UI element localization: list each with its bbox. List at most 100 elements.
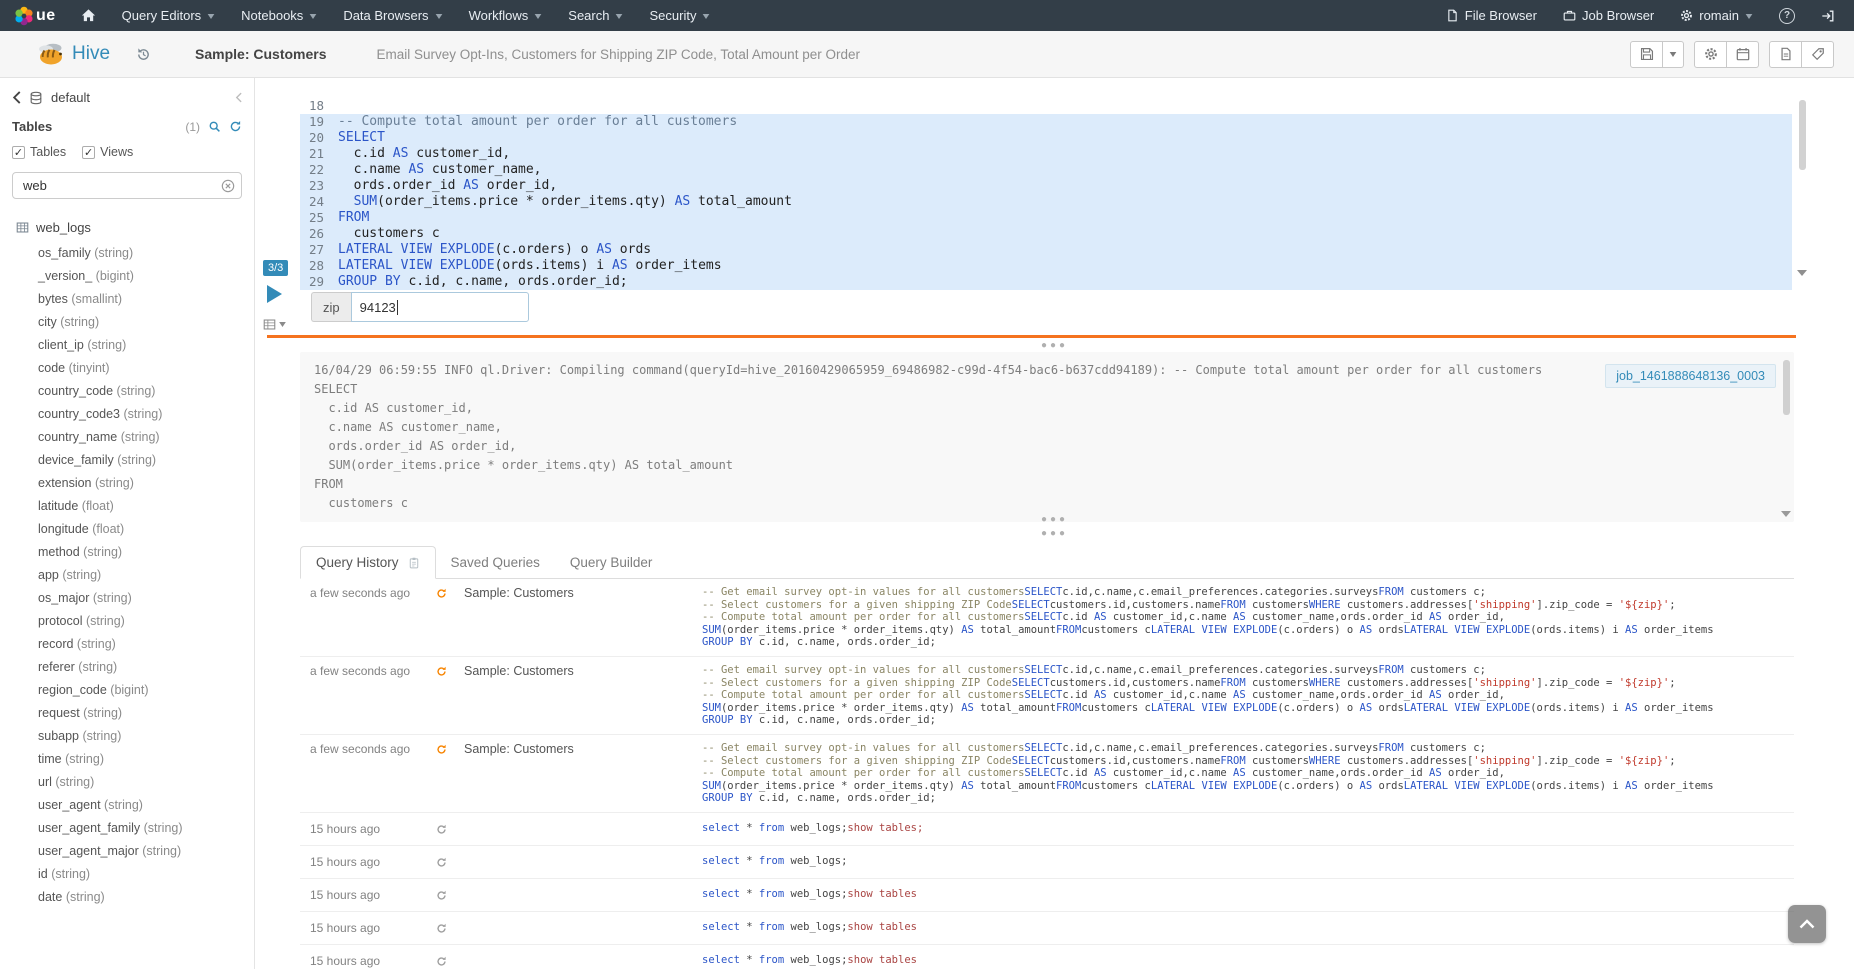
menu-security[interactable]: Security — [636, 0, 723, 31]
column-item[interactable]: extension (string) — [0, 472, 254, 495]
table-filter-input[interactable]: web — [12, 172, 242, 199]
column-item[interactable]: user_agent_major (string) — [0, 840, 254, 863]
query-history-icon[interactable] — [136, 47, 151, 62]
column-item[interactable]: referer (string) — [0, 656, 254, 679]
editor-line[interactable]: 22 c.name AS customer_name, — [300, 162, 1792, 178]
column-item[interactable]: time (string) — [0, 748, 254, 771]
history-row[interactable]: 15 hours agoselect * from web_logs;show … — [300, 945, 1794, 969]
help-button[interactable]: ? — [1766, 0, 1808, 31]
column-item[interactable]: os_major (string) — [0, 587, 254, 610]
column-item[interactable]: date (string) — [0, 886, 254, 909]
resize-handle[interactable]: ●●● — [255, 530, 1854, 538]
history-row[interactable]: a few seconds agoSample: Customers-- Get… — [300, 657, 1794, 735]
search-icon[interactable] — [208, 120, 221, 133]
editor-line[interactable]: 29GROUP BY c.id, c.name, ords.order_id; — [300, 274, 1792, 290]
scroll-to-top-button[interactable] — [1788, 905, 1826, 943]
column-item[interactable]: country_code3 (string) — [0, 403, 254, 426]
tab-query-history[interactable]: Query History — [300, 546, 436, 579]
column-item[interactable]: code (tinyint) — [0, 357, 254, 380]
editor-scrollbar-thumb[interactable] — [1799, 100, 1806, 170]
back-arrow-icon[interactable] — [12, 91, 21, 104]
column-item[interactable]: _version_ (bigint) — [0, 265, 254, 288]
database-name[interactable]: default — [51, 90, 227, 105]
home-button[interactable] — [68, 0, 109, 31]
column-item[interactable]: country_code (string) — [0, 380, 254, 403]
menu-data-browsers[interactable]: Data Browsers — [330, 0, 455, 31]
log-scrollbar-thumb[interactable] — [1783, 360, 1790, 415]
file-browser-link[interactable]: File Browser — [1433, 0, 1550, 31]
hive-logo-icon — [36, 41, 66, 67]
editor-line[interactable]: 23 ords.order_id AS order_id, — [300, 178, 1792, 194]
column-item[interactable]: longitude (float) — [0, 518, 254, 541]
history-row[interactable]: a few seconds agoSample: Customers-- Get… — [300, 735, 1794, 813]
job-link[interactable]: job_1461888648136_0003 — [1605, 364, 1776, 388]
editor-line[interactable]: 19-- Compute total amount per order for … — [300, 114, 1792, 130]
user-menu[interactable]: romain — [1667, 0, 1766, 31]
refresh-icon[interactable] — [229, 120, 242, 133]
views-checkbox[interactable]: ✓ Views — [82, 145, 133, 159]
menu-search[interactable]: Search — [555, 0, 636, 31]
collapse-panel-icon[interactable] — [235, 92, 242, 103]
new-document-button[interactable] — [1769, 41, 1802, 68]
column-item[interactable]: url (string) — [0, 771, 254, 794]
editor-line[interactable]: 28LATERAL VIEW EXPLODE(ords.items) i AS … — [300, 258, 1792, 274]
clipboard-icon[interactable] — [408, 557, 420, 569]
settings-button[interactable] — [1694, 41, 1727, 68]
clear-filter-icon[interactable] — [221, 179, 235, 193]
column-item[interactable]: subapp (string) — [0, 725, 254, 748]
column-item[interactable]: device_family (string) — [0, 449, 254, 472]
column-item[interactable]: protocol (string) — [0, 610, 254, 633]
history-row[interactable]: 15 hours agoselect * from web_logs;show … — [300, 813, 1794, 846]
column-item[interactable]: user_agent_family (string) — [0, 817, 254, 840]
column-item[interactable]: latitude (float) — [0, 495, 254, 518]
menu-notebooks[interactable]: Notebooks — [228, 0, 330, 31]
editor-scroll-down-icon[interactable] — [1797, 270, 1807, 276]
editor-line[interactable]: 27LATERAL VIEW EXPLODE(c.orders) o AS or… — [300, 242, 1792, 258]
tables-checkbox[interactable]: ✓ Tables — [12, 145, 66, 159]
column-item[interactable]: record (string) — [0, 633, 254, 656]
history-row[interactable]: 15 hours agoselect * from web_logs;show … — [300, 912, 1794, 945]
sign-out-button[interactable] — [1808, 0, 1848, 31]
resize-handle[interactable]: ●●● — [255, 342, 1854, 350]
history-row[interactable]: 15 hours agoselect * from web_logs;show … — [300, 879, 1794, 912]
tab-saved-queries[interactable]: Saved Queries — [436, 547, 555, 578]
column-item[interactable]: user_agent (string) — [0, 794, 254, 817]
variable-input-zip[interactable]: 94123 — [351, 292, 529, 322]
job-browser-link[interactable]: Job Browser — [1550, 0, 1667, 31]
column-item[interactable]: region_code (bigint) — [0, 679, 254, 702]
save-dropdown-button[interactable] — [1662, 41, 1684, 68]
editor-line[interactable]: 24 SUM(order_items.price * order_items.q… — [300, 194, 1792, 210]
column-item[interactable]: client_ip (string) — [0, 334, 254, 357]
column-item[interactable]: city (string) — [0, 311, 254, 334]
column-item[interactable]: os_family (string) — [0, 242, 254, 265]
history-row[interactable]: a few seconds agoSample: Customers-- Get… — [300, 579, 1794, 657]
export-results-button[interactable] — [263, 318, 286, 331]
column-item[interactable]: country_name (string) — [0, 426, 254, 449]
tags-button[interactable] — [1801, 41, 1834, 68]
column-item[interactable]: request (string) — [0, 702, 254, 725]
column-item[interactable]: method (string) — [0, 541, 254, 564]
column-item[interactable]: id (string) — [0, 863, 254, 886]
execution-progress-bar — [267, 335, 1796, 338]
code-editor[interactable]: 1819-- Compute total amount per order fo… — [300, 98, 1792, 290]
editor-line[interactable]: 25FROM — [300, 210, 1792, 226]
gear-icon — [1680, 9, 1693, 22]
editor-line[interactable]: 18 — [300, 98, 1792, 114]
column-item[interactable]: bytes (smallint) — [0, 288, 254, 311]
editor-line[interactable]: 20SELECT — [300, 130, 1792, 146]
editor-line[interactable]: 21 c.id AS customer_id, — [300, 146, 1792, 162]
resize-handle[interactable]: ●●● — [255, 516, 1854, 524]
tab-query-builder[interactable]: Query Builder — [555, 547, 668, 578]
hue-brand[interactable]: ue — [0, 6, 68, 26]
hive-app-link[interactable]: Hive — [36, 41, 110, 67]
editor-line[interactable]: 26 customers c — [300, 226, 1792, 242]
save-button[interactable] — [1630, 41, 1663, 68]
schedule-button[interactable] — [1726, 41, 1759, 68]
statement-counter-badge[interactable]: 3/3 — [263, 260, 288, 276]
menu-query-editors[interactable]: Query Editors — [109, 0, 228, 31]
menu-workflows[interactable]: Workflows — [456, 0, 556, 31]
history-row[interactable]: 15 hours agoselect * from web_logs; — [300, 846, 1794, 879]
column-item[interactable]: app (string) — [0, 564, 254, 587]
table-item-web-logs[interactable]: web_logs — [0, 205, 254, 237]
execute-button[interactable] — [267, 285, 282, 303]
